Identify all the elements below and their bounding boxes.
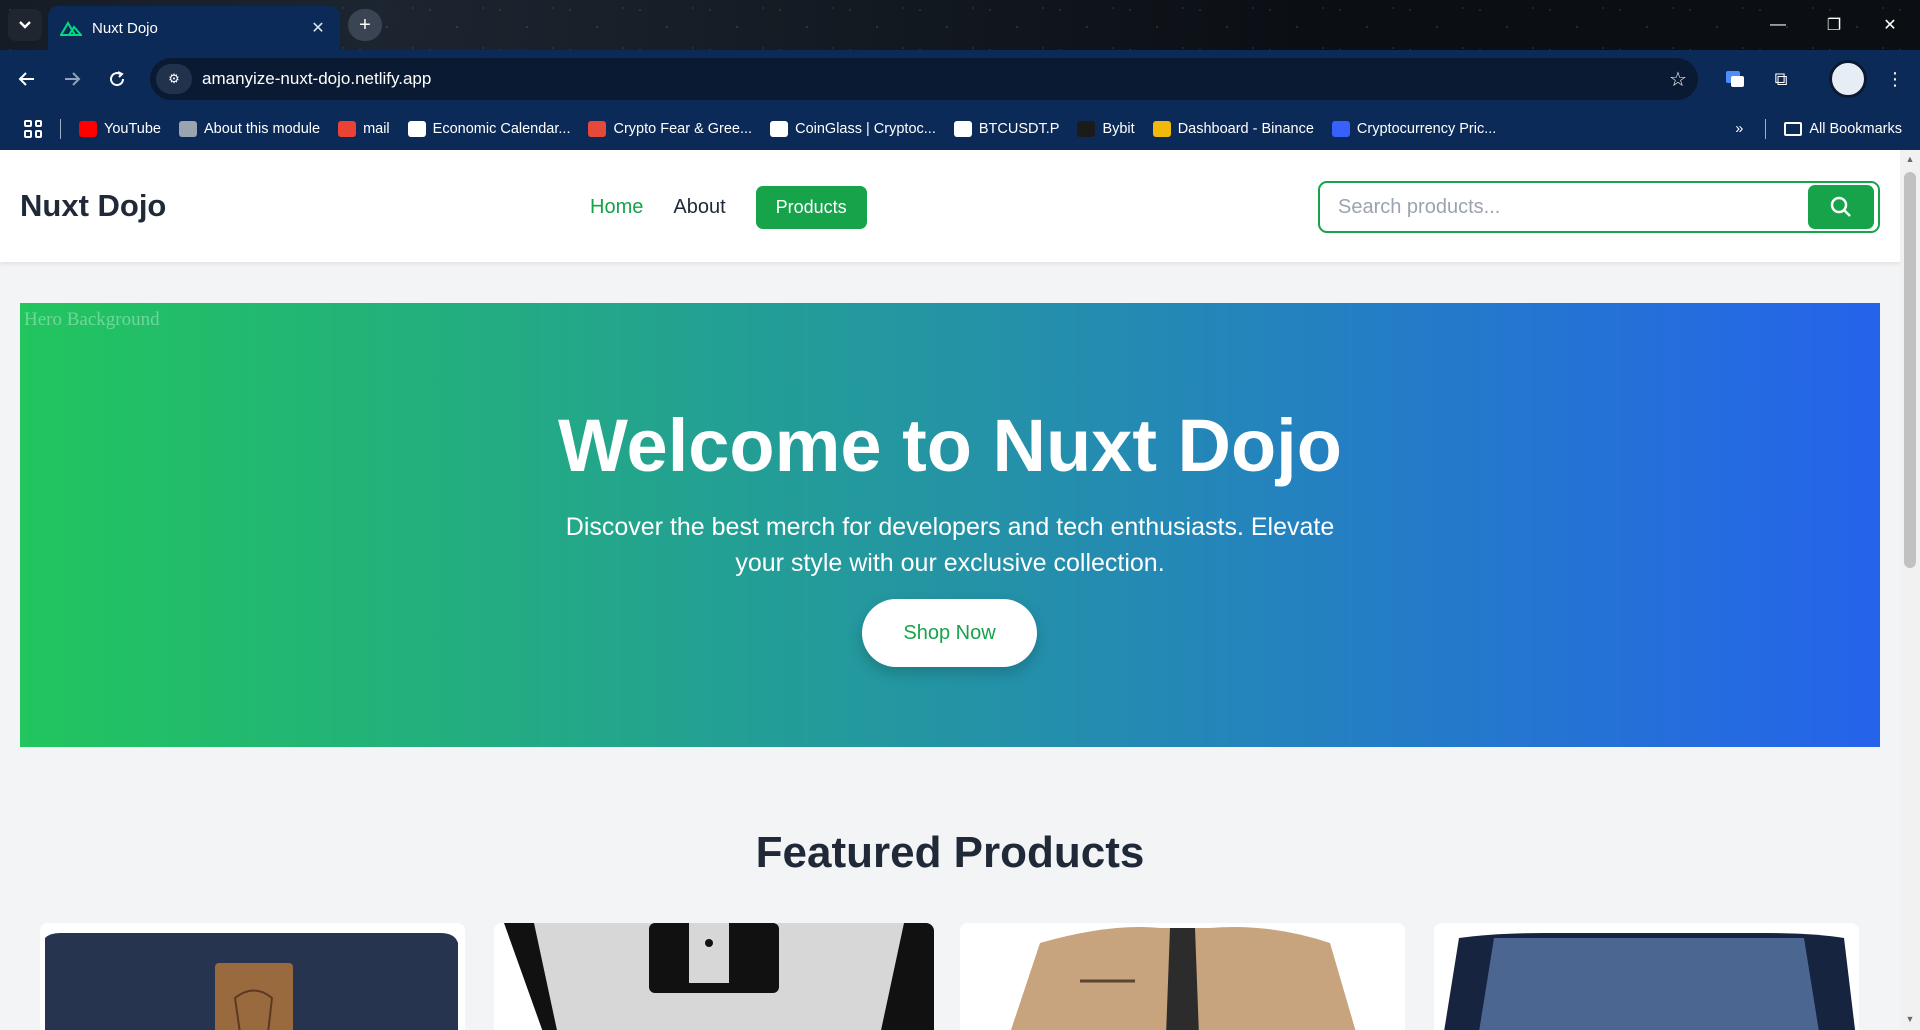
- page-viewport: Nuxt Dojo Home About Products Hero Backg…: [0, 150, 1900, 1030]
- all-bookmarks-label: All Bookmarks: [1809, 120, 1902, 137]
- scroll-down-arrow-icon[interactable]: ▼: [1904, 1014, 1916, 1024]
- nav-products-button[interactable]: Products: [755, 186, 867, 229]
- bookmark-star-icon[interactable]: ☆: [1658, 67, 1698, 92]
- hero-banner: Hero Background Welcome to Nuxt Dojo Dis…: [20, 303, 1880, 747]
- product-card[interactable]: [960, 923, 1405, 1030]
- arrow-left-icon: [18, 72, 34, 86]
- bookmark-label: Economic Calendar...: [432, 120, 571, 137]
- search-box: [1318, 181, 1880, 233]
- featured-products-heading: Featured Products: [755, 828, 1145, 877]
- restore-button[interactable]: ❐: [1806, 0, 1862, 50]
- coinmarketcap-icon: [1331, 120, 1350, 137]
- tab-search-button[interactable]: [8, 9, 42, 41]
- chevron-down-icon: [19, 21, 31, 29]
- bookmark-label: About this module: [203, 120, 321, 137]
- tradingview-icon: [953, 120, 972, 137]
- translate-glyph-icon: [1726, 71, 1744, 87]
- back-button[interactable]: [10, 62, 44, 96]
- search-icon: [1830, 196, 1851, 217]
- bookmark-label: Crypto Fear & Gree...: [613, 120, 753, 137]
- search-button[interactable]: [1808, 185, 1874, 229]
- browser-menu-icon[interactable]: ⋮: [1878, 62, 1912, 96]
- all-bookmarks-folder[interactable]: All Bookmarks: [1784, 121, 1902, 137]
- bookmark-item[interactable]: Cryptocurrency Pric...: [1331, 120, 1497, 137]
- bookmark-item[interactable]: About this module: [178, 120, 321, 137]
- alternative-icon: [588, 120, 607, 137]
- binance-icon: [1152, 120, 1171, 137]
- page-scrollbar[interactable]: ▲ ▼: [1900, 150, 1920, 1030]
- more-bookmarks-chevron-icon[interactable]: »: [1735, 121, 1743, 137]
- product-card[interactable]: [494, 923, 934, 1030]
- main-nav: Home About Products: [590, 186, 867, 229]
- youtube-icon: [79, 120, 97, 137]
- product-image-longsleeve: [1434, 923, 1859, 1030]
- bookmark-item[interactable]: BTCUSDT.P: [953, 120, 1060, 137]
- product-image-jacket: [960, 923, 1405, 1030]
- new-tab-button[interactable]: +: [348, 9, 382, 41]
- product-card[interactable]: [40, 923, 465, 1030]
- bookmark-item[interactable]: YouTube: [79, 120, 161, 137]
- gmail-icon: [338, 120, 357, 137]
- bookmark-item[interactable]: Economic Calendar...: [407, 120, 571, 137]
- browser-toolbar: ⚙ amanyize-nuxt-dojo.netlify.app ☆ ⧉ ⋮: [0, 50, 1920, 107]
- bookmark-label: Bybit: [1102, 120, 1135, 137]
- bookmark-item[interactable]: CoinGlass | Cryptoc...: [770, 120, 936, 137]
- bookmark-label: BTCUSDT.P: [978, 120, 1060, 137]
- apps-grid-icon[interactable]: [24, 119, 42, 138]
- tab-title: Nuxt Dojo: [92, 19, 158, 37]
- search-input[interactable]: [1338, 195, 1808, 219]
- translate-icon[interactable]: [1718, 62, 1752, 96]
- bookmark-label: Cryptocurrency Pric...: [1356, 120, 1497, 137]
- url-text[interactable]: amanyize-nuxt-dojo.netlify.app: [202, 69, 1658, 89]
- tradingview-icon: [407, 120, 426, 137]
- bookmarks-separator-2: [1765, 118, 1767, 139]
- bookmark-item[interactable]: mail: [338, 120, 390, 137]
- folder-icon: [1784, 121, 1803, 136]
- bookmarks-separator: [60, 118, 61, 139]
- bookmark-label: Dashboard - Binance: [1177, 120, 1314, 137]
- nav-link-home[interactable]: Home: [590, 196, 643, 219]
- hero-title: Welcome to Nuxt Dojo: [558, 404, 1342, 487]
- scrollbar-thumb[interactable]: [1904, 172, 1916, 568]
- scroll-up-arrow-icon[interactable]: ▲: [1904, 154, 1916, 164]
- address-bar[interactable]: ⚙ amanyize-nuxt-dojo.netlify.app ☆: [150, 58, 1698, 100]
- bookmark-item[interactable]: Crypto Fear & Gree...: [588, 120, 753, 137]
- bookmark-label: CoinGlass | Cryptoc...: [795, 120, 936, 137]
- site-info-icon[interactable]: ⚙: [156, 64, 192, 94]
- tab-close-icon[interactable]: ✕: [308, 18, 328, 38]
- bookmark-label: YouTube: [104, 120, 161, 137]
- browser-tab-strip: Nuxt Dojo ✕ + — ❐ ✕: [0, 0, 1920, 50]
- product-image-tshirt: [494, 923, 934, 1030]
- hero-image-alt: Hero Background: [24, 309, 160, 330]
- bookmarks-list: YouTube About this module mail Economic Cal…: [79, 120, 1735, 137]
- arrow-right-icon: [65, 72, 81, 86]
- extensions-icon[interactable]: ⧉: [1764, 62, 1798, 96]
- reload-icon: [110, 71, 125, 87]
- coinglass-icon: [770, 120, 789, 137]
- site-logo[interactable]: Nuxt Dojo: [20, 188, 166, 224]
- reload-button[interactable]: [100, 62, 134, 96]
- browser-tab-active[interactable]: Nuxt Dojo ✕: [48, 6, 340, 50]
- nuxt-favicon-icon: [60, 21, 82, 36]
- nav-link-about[interactable]: About: [673, 196, 725, 219]
- product-image-backpack: [40, 923, 465, 1030]
- minimize-button[interactable]: —: [1750, 0, 1806, 50]
- product-card[interactable]: [1434, 923, 1859, 1030]
- globe-icon: [178, 120, 197, 137]
- site-header: Nuxt Dojo Home About Products: [0, 150, 1900, 262]
- bookmark-item[interactable]: Dashboard - Binance: [1152, 120, 1314, 137]
- bybit-icon: [1077, 120, 1096, 137]
- bookmark-item[interactable]: Bybit: [1077, 120, 1135, 137]
- bookmarks-bar: YouTube About this module mail Economic Cal…: [0, 107, 1920, 150]
- close-window-button[interactable]: ✕: [1862, 0, 1918, 50]
- profile-avatar[interactable]: [1829, 60, 1867, 98]
- shop-now-button[interactable]: Shop Now: [862, 599, 1037, 667]
- hero-subtitle: Discover the best merch for developers a…: [565, 513, 1335, 577]
- bookmark-label: mail: [363, 120, 390, 137]
- forward-button[interactable]: [55, 62, 89, 96]
